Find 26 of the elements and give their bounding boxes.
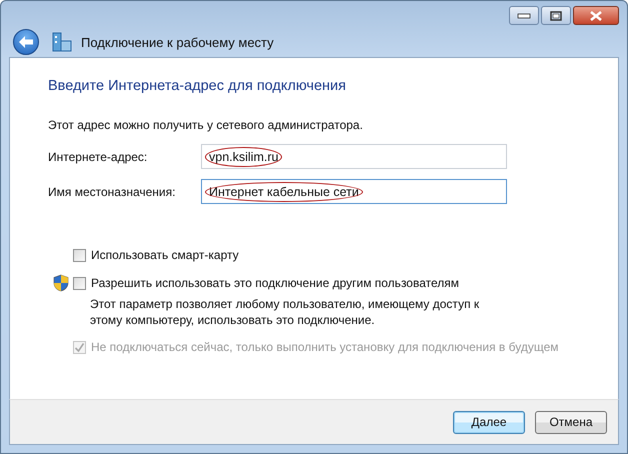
window-title: Подключение к рабочему месту bbox=[81, 34, 274, 50]
checkbox[interactable] bbox=[73, 248, 86, 262]
field-value: Интернет кабельные сети bbox=[209, 184, 359, 198]
page-heading: Введите Интернета-адрес для подключения bbox=[48, 78, 347, 94]
checkmark-icon bbox=[74, 342, 85, 352]
close-button[interactable] bbox=[573, 6, 619, 25]
field-value: vpn.ksilim.ru bbox=[209, 150, 278, 164]
minimize-icon bbox=[517, 12, 531, 18]
checkbox-option[interactable]: Использовать смарт-карту bbox=[73, 248, 239, 262]
intro-text: Этот адрес можно получить у сетевого администратора. bbox=[48, 118, 364, 132]
minimize-button[interactable] bbox=[509, 6, 539, 25]
option-description: Этот параметр позволяет любому пользователю, имеющему доступ к этому компьютеру, использовать это подключение. bbox=[90, 296, 480, 328]
back-button[interactable] bbox=[13, 29, 39, 55]
checkbox-option[interactable]: Разрешить использовать это подключение другим пользователям bbox=[73, 276, 460, 290]
back-arrow-icon bbox=[18, 35, 34, 49]
dialog-button[interactable]: Отмена bbox=[535, 410, 607, 434]
maximize-icon bbox=[550, 10, 562, 20]
building-icon bbox=[51, 31, 73, 53]
text-field[interactable]: Интернет кабельные сети bbox=[201, 179, 507, 204]
text-field[interactable]: vpn.ksilim.ru bbox=[201, 144, 507, 169]
field-label: Имя местоназначения: bbox=[48, 184, 176, 198]
checkbox[interactable] bbox=[73, 276, 86, 290]
maximize-button[interactable] bbox=[541, 6, 571, 25]
dialog-button[interactable]: Далее bbox=[453, 410, 525, 434]
close-icon bbox=[589, 10, 603, 20]
field-label: Интернете-адрес: bbox=[48, 150, 148, 164]
